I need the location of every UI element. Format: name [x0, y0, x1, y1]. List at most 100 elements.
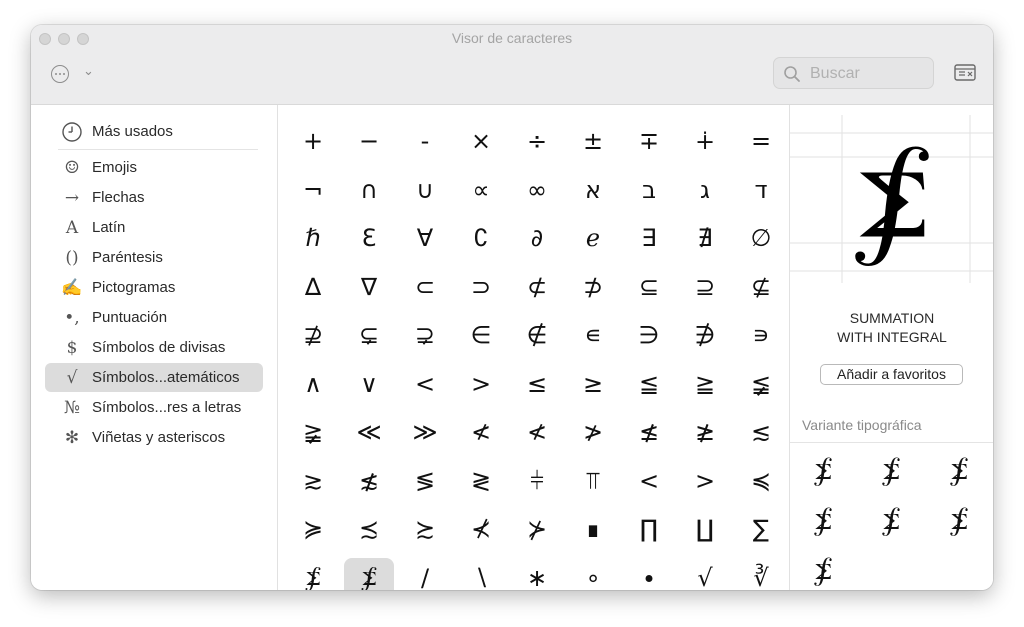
character-cell[interactable]: ÷: [512, 121, 562, 161]
character-cell[interactable]: ד: [736, 170, 786, 210]
character-cell[interactable]: ⫩: [512, 461, 562, 501]
character-cell[interactable]: ≰: [624, 412, 674, 452]
character-cell[interactable]: ∩: [344, 170, 394, 210]
character-cell[interactable]: Ɛ: [344, 218, 394, 258]
character-cell[interactable]: =: [736, 121, 786, 161]
character-cell[interactable]: ≫: [400, 412, 450, 452]
character-cell[interactable]: ⊅: [568, 267, 618, 307]
character-cell[interactable]: >: [680, 461, 730, 501]
font-variation-cell[interactable]: ⨋: [866, 451, 916, 491]
character-cell[interactable]: ⨋: [288, 558, 338, 591]
sidebar-item-bullets-stars[interactable]: ✻ Viñetas y asteriscos: [45, 423, 263, 452]
sidebar-item-letterlike-symbols[interactable]: № Símbolos...res a letras: [45, 393, 263, 422]
character-cell[interactable]: ⊄: [512, 267, 562, 307]
character-cell[interactable]: ⊈: [736, 267, 786, 307]
character-cell[interactable]: ≧: [680, 364, 730, 404]
character-cell[interactable]: ∝: [456, 170, 506, 210]
character-cell[interactable]: ≥: [568, 364, 618, 404]
character-cell[interactable]: ∈: [456, 315, 506, 355]
sidebar-item-emojis[interactable]: ☺ Emojis: [45, 153, 263, 182]
character-cell[interactable]: ∞: [512, 170, 562, 210]
character-cell[interactable]: ∨: [344, 364, 394, 404]
font-variation-cell[interactable]: ⨋: [798, 451, 848, 491]
character-cell[interactable]: ≦: [624, 364, 674, 404]
character-cell[interactable]: ⊀: [456, 509, 506, 549]
character-cell[interactable]: <: [400, 364, 450, 404]
character-cell[interactable]: ≼: [736, 461, 786, 501]
character-cell[interactable]: ≳: [288, 461, 338, 501]
character-cell[interactable]: √: [680, 558, 730, 591]
character-cell[interactable]: ∐: [680, 509, 730, 549]
character-cell[interactable]: ≪: [344, 412, 394, 452]
character-cell[interactable]: ∗: [512, 558, 562, 591]
character-cell[interactable]: ≮: [456, 412, 506, 452]
search-field[interactable]: [773, 57, 934, 89]
character-cell[interactable]: ∉: [512, 315, 562, 355]
character-cell[interactable]: ∀: [400, 218, 450, 258]
character-cell[interactable]: ∧: [288, 364, 338, 404]
character-cell[interactable]: ∄: [680, 218, 730, 258]
character-cell[interactable]: ⊃: [456, 267, 506, 307]
character-cell[interactable]: ≲: [736, 412, 786, 452]
sidebar-item-arrows[interactable]: → Flechas: [45, 183, 263, 212]
character-cell[interactable]: ⊂: [400, 267, 450, 307]
character-cell[interactable]: ⊊: [344, 315, 394, 355]
character-cell[interactable]: ∍: [736, 315, 786, 355]
character-cell[interactable]: <: [624, 461, 674, 501]
character-cell[interactable]: ≽: [288, 509, 338, 549]
character-cell[interactable]: ∇: [344, 267, 394, 307]
character-cell[interactable]: ≨: [736, 364, 786, 404]
character-cell[interactable]: ≶: [400, 461, 450, 501]
character-cell[interactable]: ∓: [624, 121, 674, 161]
character-cell[interactable]: ב: [624, 170, 674, 210]
character-cell[interactable]: +: [288, 121, 338, 161]
character-cell[interactable]: ∑: [736, 509, 786, 549]
character-cell[interactable]: ≮: [512, 412, 562, 452]
more-options-icon[interactable]: [51, 65, 69, 83]
character-cell[interactable]: ≤: [512, 364, 562, 404]
character-cell[interactable]: ∃: [624, 218, 674, 258]
character-cell[interactable]: ℏ: [288, 218, 338, 258]
character-cell[interactable]: ∛: [736, 558, 786, 591]
character-cell[interactable]: ∎: [568, 509, 618, 549]
character-cell[interactable]: −: [344, 121, 394, 161]
character-cell[interactable]: ∊: [568, 315, 618, 355]
character-cell[interactable]: ≱: [680, 412, 730, 452]
character-cell[interactable]: /: [400, 558, 450, 591]
character-cell[interactable]: ∆: [288, 267, 338, 307]
character-cell[interactable]: ג: [680, 170, 730, 210]
character-cell[interactable]: ⊉: [288, 315, 338, 355]
sidebar-item-punctuation[interactable]: •, Puntuación: [45, 303, 263, 332]
character-cell[interactable]: ⫪: [568, 461, 618, 501]
sidebar-item-latin[interactable]: A Latín: [45, 213, 263, 242]
character-cell[interactable]: ≩: [288, 412, 338, 452]
character-cell[interactable]: -: [400, 121, 450, 161]
character-cell[interactable]: ∌: [680, 315, 730, 355]
font-variation-cell[interactable]: ⨋: [934, 451, 984, 491]
character-cell[interactable]: ≷: [456, 461, 506, 501]
character-cell[interactable]: ∅: [736, 218, 786, 258]
sidebar-item-math-symbols[interactable]: √ Símbolos...atemáticos: [45, 363, 263, 392]
character-cell[interactable]: א: [568, 170, 618, 210]
character-cell[interactable]: ℯ: [568, 218, 618, 258]
sidebar-item-pictograms[interactable]: ✍ Pictogramas: [45, 273, 263, 302]
font-variation-cell[interactable]: ⨋: [798, 551, 848, 590]
chevron-down-icon[interactable]: ⌄: [83, 63, 94, 79]
character-cell[interactable]: ⊁: [512, 509, 562, 549]
character-cell[interactable]: ∘: [568, 558, 618, 591]
character-cell[interactable]: ∖: [456, 558, 506, 591]
character-cell[interactable]: ≾: [344, 509, 394, 549]
character-cell[interactable]: ∏: [624, 509, 674, 549]
character-cell[interactable]: ≴: [344, 461, 394, 501]
character-cell[interactable]: ≿: [400, 509, 450, 549]
character-cell[interactable]: ∋: [624, 315, 674, 355]
character-cell[interactable]: ∂: [512, 218, 562, 258]
search-input[interactable]: [808, 62, 930, 86]
add-to-favorites-button[interactable]: Añadir a favoritos: [820, 364, 963, 385]
character-cell[interactable]: ∁: [456, 218, 506, 258]
sidebar-item-parentheses[interactable]: () Paréntesis: [45, 243, 263, 272]
character-cell[interactable]: ⊋: [400, 315, 450, 355]
font-variation-cell[interactable]: ⨋: [798, 501, 848, 541]
character-cell[interactable]: ±: [568, 121, 618, 161]
character-cell[interactable]: ∪: [400, 170, 450, 210]
